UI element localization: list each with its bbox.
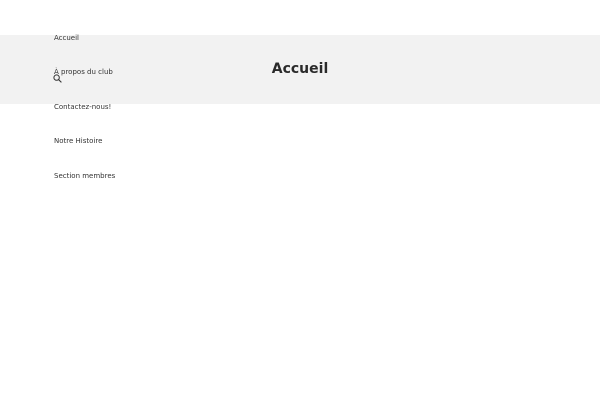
search-icon-graphic <box>53 74 62 83</box>
nav-item-a-propos[interactable]: À propos du club <box>54 68 113 77</box>
nav-item-section-membres[interactable]: Section membres <box>54 172 115 181</box>
nav-item-notre-histoire[interactable]: Notre Histoire <box>54 137 102 146</box>
nav-item-accueil[interactable]: Accueil <box>54 34 79 43</box>
search-icon[interactable] <box>53 68 62 83</box>
nav-item-contactez-nous[interactable]: Contactez-nous! <box>54 103 111 112</box>
page: Accueil Accueil À propos du club Contact… <box>0 0 600 400</box>
